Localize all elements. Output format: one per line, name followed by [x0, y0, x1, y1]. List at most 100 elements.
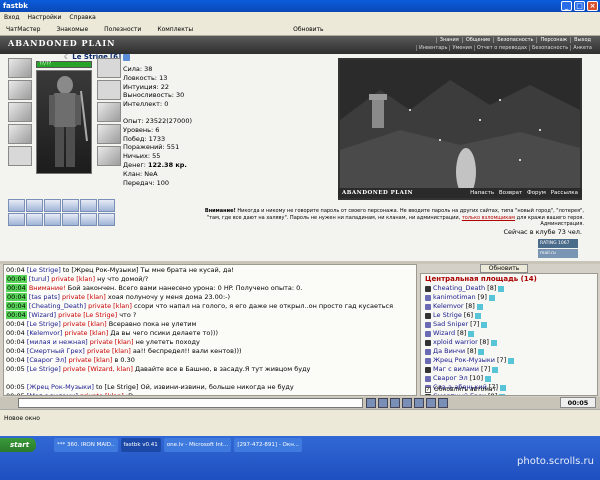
minimize-button[interactable]: _: [561, 1, 572, 11]
smiley-icon[interactable]: [378, 398, 388, 408]
player-name[interactable]: Kelemvor: [433, 302, 464, 311]
ring-slot[interactable]: [26, 199, 43, 212]
chat-log[interactable]: 00:04 [Le Strige] to [Жрец Рок-Музыки] Т…: [3, 264, 417, 396]
chat-user[interactable]: [Сварог Эл]: [27, 356, 67, 364]
rating-counter[interactable]: RATING 1067 HITS: [538, 239, 578, 255]
subnav-profile[interactable]: Анкета: [570, 45, 594, 51]
ring-slot[interactable]: [98, 213, 115, 226]
task-winamp[interactable]: *** 360. IRON MAID..: [54, 438, 118, 452]
nav-security[interactable]: Безопасность: [493, 37, 536, 43]
gloves-slot[interactable]: [97, 80, 121, 100]
start-button[interactable]: start: [0, 438, 36, 452]
info-icon[interactable]: [492, 366, 499, 373]
player-name[interactable]: Маг с вилами: [433, 365, 479, 374]
player-name[interactable]: Wizard: [433, 329, 455, 338]
chat-user[interactable]: [turul]: [29, 275, 49, 283]
filter-icon[interactable]: [402, 398, 412, 408]
earring-slot[interactable]: [97, 58, 121, 78]
nav-character[interactable]: Персонаж: [536, 37, 570, 43]
offhand-slot[interactable]: [97, 102, 121, 122]
roster-player[interactable]: Сварог Эл [10]: [425, 374, 593, 383]
roster-player[interactable]: Wizard [8]: [425, 329, 593, 338]
checkbox[interactable]: ✓: [425, 386, 431, 393]
toolbar-refresh[interactable]: Обновить: [293, 23, 323, 35]
roster-player[interactable]: Cheating_Death [8]: [425, 284, 593, 293]
chat-user[interactable]: [Le Strige]: [27, 365, 61, 373]
subnav-skills[interactable]: Умения: [449, 45, 473, 51]
send-icon[interactable]: [366, 398, 376, 408]
scene-link-mailing[interactable]: Рассылка: [551, 190, 578, 196]
info-icon[interactable]: [476, 303, 483, 310]
chat-user[interactable]: [Kelemvor]: [27, 329, 63, 337]
chat-user[interactable]: [Cheating_Death]: [29, 302, 86, 310]
boots-slot[interactable]: [97, 146, 121, 166]
roster-player[interactable]: Да Винчи [8]: [425, 347, 593, 356]
player-name[interactable]: Жрец Рок-Музыки: [433, 356, 495, 365]
chat-user[interactable]: [Le Strige]: [27, 266, 61, 274]
ring-slot[interactable]: [26, 213, 43, 226]
chat-user[interactable]: [милая и нежная]: [27, 338, 88, 346]
maximize-button[interactable]: □: [574, 1, 585, 11]
subnav-security[interactable]: Безопасность: [528, 45, 570, 51]
warning-link[interactable]: только взломщикам: [462, 215, 515, 221]
task-browser[interactable]: one.lv - Microsoft Int...: [163, 438, 232, 452]
nav-exit[interactable]: Выход: [570, 37, 594, 43]
nav-communication[interactable]: Общение: [461, 37, 493, 43]
armor-slot[interactable]: [8, 124, 32, 144]
clear-icon[interactable]: [390, 398, 400, 408]
belt-slot[interactable]: [8, 146, 32, 166]
sound-icon[interactable]: [438, 398, 448, 408]
chat-user[interactable]: [Le Strige]: [27, 320, 61, 328]
info-icon[interactable]: [475, 312, 482, 319]
player-name[interactable]: Сварог Эл: [433, 374, 468, 383]
location-scene[interactable]: [338, 58, 582, 200]
info-icon[interactable]: [499, 393, 506, 395]
roster-player[interactable]: Kelemvor [8]: [425, 302, 593, 311]
player-name[interactable]: Sad Sniper: [433, 320, 468, 329]
refresh-button[interactable]: Обновить: [480, 264, 528, 273]
chat-user[interactable]: [tas pats]: [29, 293, 60, 301]
info-icon[interactable]: [123, 53, 131, 61]
ring-slot[interactable]: [98, 199, 115, 212]
ring-slot[interactable]: [80, 199, 97, 212]
ring-slot[interactable]: [8, 213, 25, 226]
menu-item-login[interactable]: Вход: [4, 12, 20, 23]
info-icon[interactable]: [488, 294, 495, 301]
info-icon[interactable]: [468, 330, 475, 337]
helmet-slot[interactable]: [8, 58, 32, 78]
auto-refresh-toggle[interactable]: ✓ Обновлять автомат.: [425, 386, 498, 393]
menu-item-help[interactable]: Справка: [69, 12, 95, 23]
player-name[interactable]: xploid warrior: [433, 338, 478, 347]
info-icon[interactable]: [484, 375, 491, 382]
settings-icon[interactable]: [414, 398, 424, 408]
chat-user[interactable]: [Wizard]: [29, 311, 56, 319]
weapon-slot[interactable]: [8, 102, 32, 122]
scene-link-return[interactable]: Возврат: [499, 190, 522, 196]
legs-slot[interactable]: [97, 124, 121, 144]
chat-user[interactable]: [Маг с вилами]: [27, 392, 78, 395]
roster-player[interactable]: xploid warrior [8]: [425, 338, 593, 347]
ring-slot[interactable]: [62, 199, 79, 212]
chat-user[interactable]: [Жрец Рок-Музыки]: [27, 383, 94, 391]
roster-player[interactable]: Le Strige [6]: [425, 311, 593, 320]
menu-item-settings[interactable]: Настройки: [28, 12, 62, 23]
player-name[interactable]: Да Винчи: [433, 347, 465, 356]
log-icon[interactable]: [426, 398, 436, 408]
toolbar-chatmaster[interactable]: ЧатМастер: [6, 23, 40, 35]
ring-slot[interactable]: [44, 213, 61, 226]
toolbar-utilities[interactable]: Полезности: [104, 23, 141, 35]
task-chat-window[interactable]: [297-472-891] - Окн...: [234, 438, 303, 452]
chat-user[interactable]: [Смертный Грех]: [27, 347, 85, 355]
scene-link-forum[interactable]: Форум: [527, 190, 546, 196]
ring-slot[interactable]: [62, 213, 79, 226]
ring-slot[interactable]: [44, 199, 61, 212]
toolbar-friends[interactable]: Знакомые: [56, 23, 88, 35]
close-button[interactable]: ×: [587, 1, 598, 11]
ring-slot[interactable]: [8, 199, 25, 212]
roster-player[interactable]: Маг с вилами [7]: [425, 365, 593, 374]
roster-player[interactable]: kanimotiman [9]: [425, 293, 593, 302]
player-name[interactable]: Le Strige: [433, 311, 462, 320]
roster-player[interactable]: Sad Sniper [7]: [425, 320, 593, 329]
roster-player[interactable]: Жрец Рок-Музыки [7]: [425, 356, 593, 365]
ring-slot[interactable]: [80, 213, 97, 226]
